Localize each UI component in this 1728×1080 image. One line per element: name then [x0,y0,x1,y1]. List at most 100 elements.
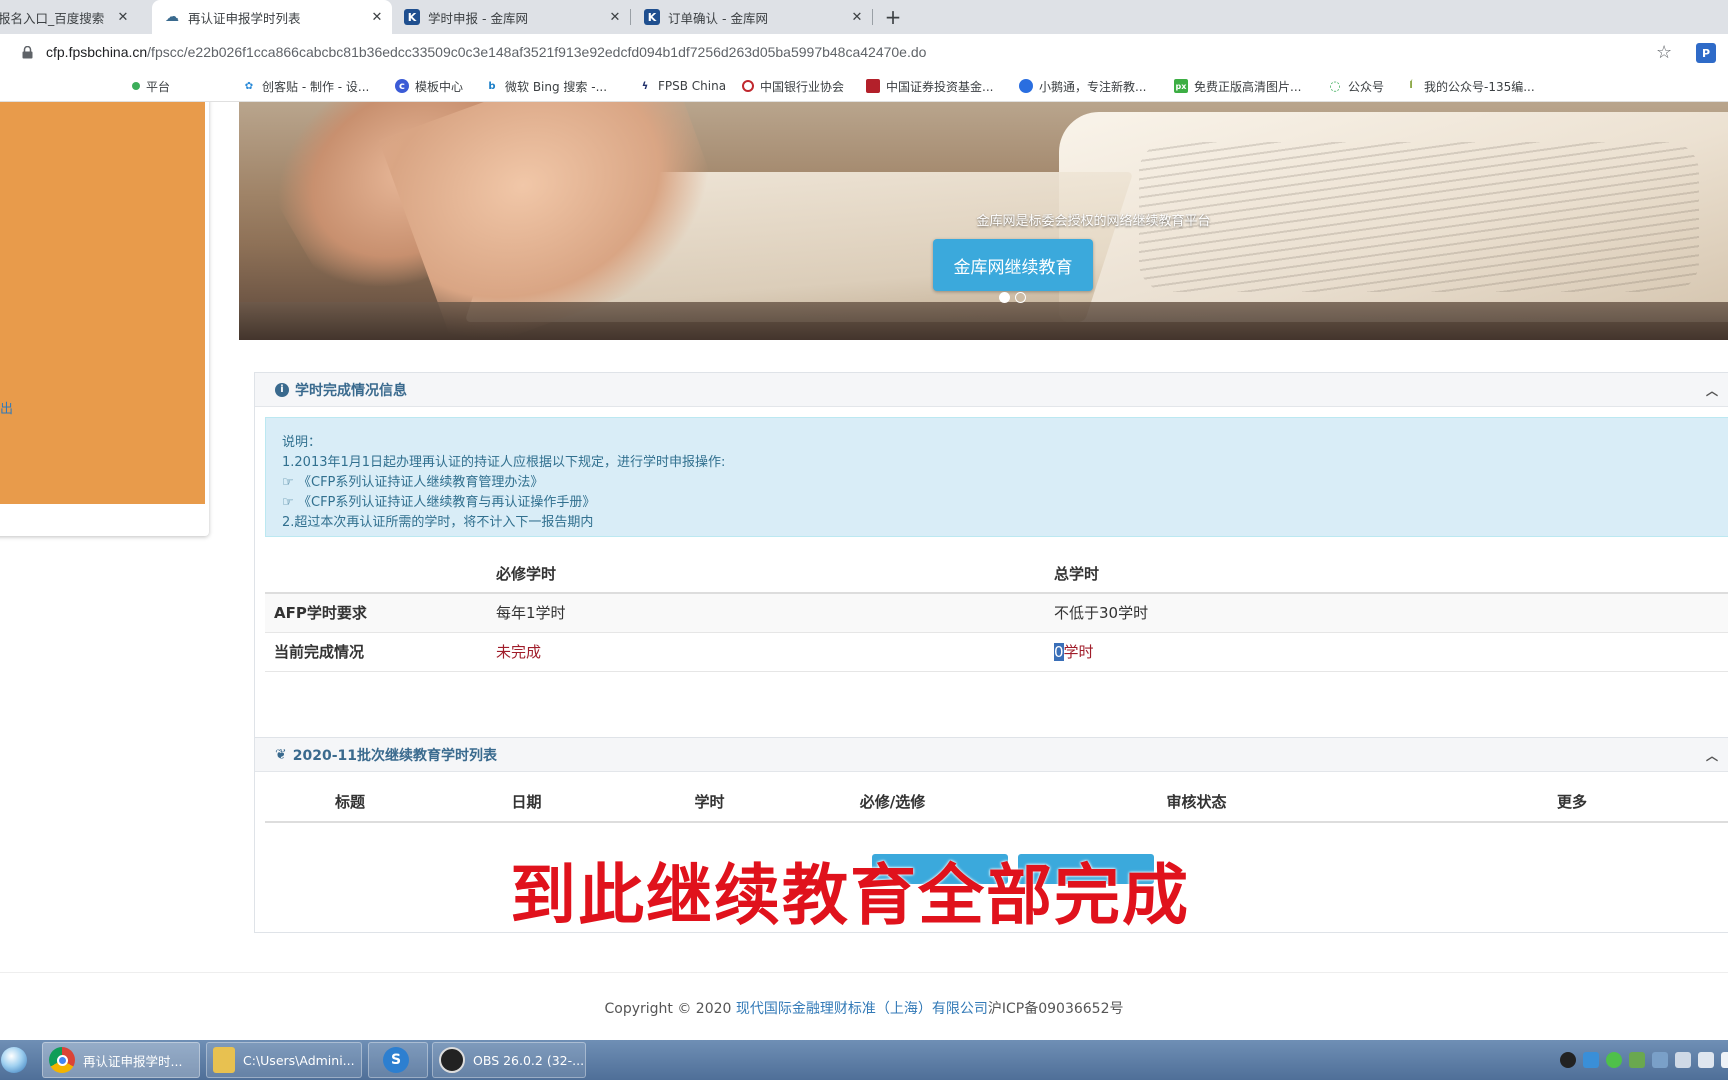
bookmark-item[interactable]: 中国银行业协会 [742,76,844,96]
icp-text: 沪ICP备09036652号 [987,1001,1124,1017]
chuangketie-icon: ✿ [244,80,254,92]
bookmark-star-icon[interactable]: ☆ [1656,42,1672,63]
tab-baidu-search[interactable]: 报名入口_百度搜索 ✕ [0,0,138,34]
regulations-link[interactable]: 《CFP系列认证持证人继续教育管理办法》 [298,475,543,490]
hero-banner: 金库网是标委会授权的网络继续教育平台 金库网继续教育 [239,102,1728,340]
wechat-mp-icon: ◌ [1329,78,1341,94]
tab-title: 学时申报 - 金库网 [428,10,528,26]
taskbar-label: 再认证申报学时... [83,1053,183,1069]
url-host: cfp.fpsbchina.cn [46,44,148,60]
jinku-k-icon: K [644,9,660,25]
close-icon[interactable]: ✕ [848,8,866,26]
bookmark-item[interactable]: px 免费正版高清图片... [1174,76,1301,96]
browser-tab-bar: 报名入口_百度搜索 ✕ ☁ 再认证申报学时列表 ✕ K 学时申报 - 金库网 ✕… [0,0,1728,34]
bank-assoc-icon [742,80,754,92]
bookmark-item[interactable]: ϟ FPSB China [638,76,726,96]
company-link[interactable]: 现代国际金融理财标准（上海）有限公司 [736,1001,988,1017]
notice-link-row: ☞ 《CFP系列认证持证人继续教育与再认证操作手册》 [282,493,1718,513]
network-icon[interactable] [1652,1052,1668,1068]
panel-title: 学时完成情况信息 [295,382,407,399]
redacted-profile-block [0,102,205,504]
bookmark-item[interactable]: ✿ 创客贴 - 制作 - 设... [242,76,370,96]
column-header: 日期 [435,782,618,823]
taskbar-explorer[interactable]: C:\Users\Admini... [206,1042,362,1078]
sidebar-logout-link[interactable]: 出 [0,398,13,417]
bookmark-item[interactable]: ĺ 我的公众号-135编... [1404,76,1535,96]
windows-taskbar: 再认证申报学时... C:\Users\Admini... S OBS 26.0… [0,1040,1728,1080]
windows-orb-icon [1,1047,27,1073]
required-hours-cell: 每年1学时 [487,593,1045,633]
close-icon[interactable]: ✕ [368,8,386,26]
folder-icon [213,1047,235,1073]
panel-title: 2020-11批次继续教育学时列表 [292,747,497,764]
close-icon[interactable]: ✕ [114,8,132,26]
obs-tray-icon[interactable] [1560,1052,1576,1068]
tab-separator [630,9,631,25]
close-icon[interactable]: ✕ [606,8,624,26]
bookmark-item[interactable]: ◌ 公众号 [1328,76,1384,96]
bookmark-label: 平台 [146,79,171,94]
bookmark-label: 创客贴 - 制作 - 设... [262,79,370,94]
panel-header: ❦ 2020-11批次继续教育学时列表 ︿ [255,738,1728,772]
row-label: 当前完成情况 [265,632,487,672]
obs-icon [439,1047,465,1073]
extension-icon[interactable]: P [1696,43,1716,63]
continuing-education-button[interactable]: 金库网继续教育 [933,239,1093,291]
carousel-dot-2[interactable] [1015,292,1026,303]
bing-icon: b [488,80,496,92]
manual-link[interactable]: 《CFP系列认证持证人继续教育与再认证操作手册》 [298,495,595,510]
fpsb-icon: ϟ [641,80,649,92]
135-icon: ĺ [1409,81,1413,91]
bookmark-label: 我的公众号-135编... [1424,79,1535,94]
column-header: 学时 [618,782,801,823]
hours-requirement-table: 必修学时 总学时 AFP学时要求 每年1学时 不低于30学时 当前完成情况 未完… [265,555,1728,672]
leaf-icon: ❦ [275,746,287,763]
column-header: 标题 [265,782,435,823]
total-status-cell: 0学时 [1045,632,1728,672]
tab-order-confirm[interactable]: K 订单确认 - 金库网 ✕ [632,0,872,34]
bookmark-item[interactable]: 小鹅通，专注新教... [1019,76,1146,96]
lock-icon [22,46,33,59]
bookmarks-bar: 平台 ✿ 创客贴 - 制作 - 设... c 模板中心 b 微软 Bing 搜索… [0,70,1728,102]
new-tab-button[interactable]: + [880,4,906,30]
selected-text: 0 [1054,643,1064,661]
shield-icon[interactable] [1583,1052,1599,1068]
notice-line: 1.2013年1月1日起办理再认证的持证人应根据以下规定，进行学时申报操作: [282,455,726,470]
bookmark-item[interactable]: 中国证券投资基金... [866,76,993,96]
bookmark-label: 模板中心 [415,79,464,94]
user-sidebar-card: 出 [0,102,209,536]
column-header: 必修学时 [487,555,1045,594]
chevron-up-icon[interactable]: ︿ [1703,381,1721,399]
taskbar-chrome[interactable]: 再认证申报学时... [42,1042,200,1078]
bookmark-label: 中国证券投资基金... [886,79,994,94]
jinku-k-icon: K [404,9,420,25]
tab-recert-hours[interactable]: ☁ 再认证申报学时列表 ✕ [152,0,392,34]
tab-title: 报名入口_百度搜索 [0,10,105,26]
wechat-icon[interactable] [1606,1052,1622,1068]
column-header: 必修/选修 [801,782,984,823]
tab-hours-declare[interactable]: K 学时申报 - 金库网 ✕ [392,0,630,34]
carousel-dot-1[interactable] [999,292,1010,303]
bookmark-item[interactable]: 平台 [132,76,170,96]
sogou-icon: S [383,1047,409,1073]
table-row: 当前完成情况 未完成 0学时 [265,632,1728,672]
taskbar-label: OBS 26.0.2 (32-... [473,1052,585,1068]
bookmark-item[interactable]: c 模板中心 [395,76,463,96]
video-caption-overlay: 到此继续教育全部完成 [510,857,1190,934]
bookmark-label: 小鹅通，专注新教... [1039,79,1147,94]
c-icon: c [395,79,409,93]
url-text[interactable]: cfp.fpsbchina.cn/fpscc/e22b026f1cca866ca… [46,44,926,60]
address-bar[interactable]: cfp.fpsbchina.cn/fpscc/e22b026f1cca866ca… [0,34,1728,70]
bookmark-item[interactable]: b 微软 Bing 搜索 -... [485,76,607,96]
start-button[interactable] [0,1044,28,1076]
nvidia-icon[interactable] [1629,1052,1645,1068]
volume-icon[interactable] [1721,1052,1728,1068]
taskbar-sogou[interactable]: S [368,1042,428,1078]
taskbar-obs[interactable]: OBS 26.0.2 (32-... [432,1042,586,1078]
column-header: 总学时 [1045,555,1728,594]
battery-icon[interactable] [1698,1052,1714,1068]
px-icon: px [1174,79,1188,93]
notice-link-row: ☞ 《CFP系列认证持证人继续教育管理办法》 [282,473,1718,493]
display-icon[interactable] [1675,1052,1691,1068]
chevron-up-icon[interactable]: ︿ [1703,746,1721,764]
